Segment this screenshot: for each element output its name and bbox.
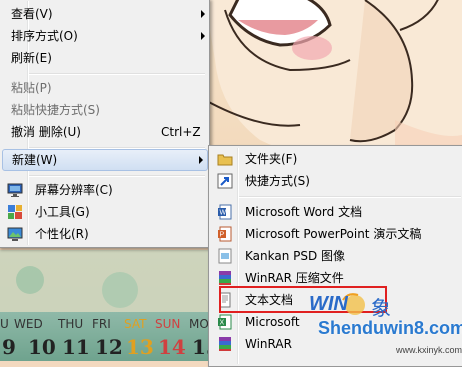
shortcut-icon [217, 173, 233, 189]
menu-item-label: 屏幕分辨率(C) [35, 183, 113, 197]
menu-item-label: 新建(W) [12, 153, 58, 167]
menu-item-paste-shortcut[interactable]: 粘贴快捷方式(S) [1, 99, 207, 121]
watermark-text: Shenduwin8.com [318, 318, 462, 338]
gadgets-icon [7, 204, 23, 220]
menu-separator [239, 196, 461, 198]
calendar-day: THU [58, 317, 84, 331]
menu-item-screen-resolution[interactable]: 屏幕分辨率(C) [1, 179, 207, 201]
calendar-date: 14 [158, 335, 186, 359]
calendar-day: SAT [124, 317, 147, 331]
watermark-small-text: www.kxinyk.com [396, 345, 462, 355]
menu-item-new[interactable]: 新建(W) [2, 149, 208, 171]
personalize-icon [7, 226, 23, 242]
menu-item-label: 快捷方式(S) [245, 174, 310, 188]
svg-text:W: W [220, 210, 227, 217]
word-doc-icon: W [217, 204, 233, 220]
calendar-day: WED [14, 317, 43, 331]
menu-item-label: 粘贴(P) [11, 81, 52, 95]
folder-icon [217, 151, 233, 167]
excel-icon: X [217, 314, 233, 330]
calendar-day: U [0, 317, 9, 331]
menu-item-label: 撤消 删除(U) [11, 125, 81, 139]
menu-item-shortcut: Ctrl+Z [161, 125, 201, 139]
menu-item-refresh[interactable]: 刷新(E) [1, 47, 207, 69]
watermark-logo: WIN 象 [303, 290, 407, 320]
menu-item-undo-delete[interactable]: 撤消 删除(U) Ctrl+Z [1, 121, 207, 143]
calendar-date: 11 [62, 335, 90, 359]
menu-item-paste[interactable]: 粘贴(P) [1, 77, 207, 99]
submenu-arrow-icon [201, 32, 205, 40]
menu-item-label: 个性化(R) [35, 227, 89, 241]
calendar-date: 9 [2, 335, 16, 359]
winrar-zip-icon [217, 336, 233, 352]
menu-item-personalize[interactable]: 个性化(R) [1, 223, 207, 245]
menu-item-label: 刷新(E) [11, 51, 52, 65]
watermark-logo-text: WIN [309, 293, 348, 315]
menu-item-new-folder[interactable]: 文件夹(F) [211, 148, 462, 170]
calendar-day: FRI [92, 317, 111, 331]
menu-item-label: 小工具(G) [35, 205, 90, 219]
calendar-date: 12 [95, 335, 123, 359]
menu-item-new-psd[interactable]: Kankan PSD 图像 [211, 245, 462, 267]
menu-item-label: Microsoft PowerPoint 演示文稿 [245, 227, 422, 241]
calendar-day: SUN [155, 317, 181, 331]
desktop-context-menu: 查看(V) 排序方式(O) 刷新(E) 粘贴(P) 粘贴快捷方式(S) 撤消 删… [0, 0, 210, 248]
menu-item-label: 文件夹(F) [245, 152, 298, 166]
calendar-date: 13 [126, 335, 154, 359]
svg-text:X: X [220, 320, 225, 327]
menu-item-label: Microsoft Word 文档 [245, 205, 363, 219]
menu-item-label: Kankan PSD 图像 [245, 249, 346, 263]
display-icon [7, 182, 23, 198]
svg-text:P: P [220, 232, 225, 239]
menu-item-label: 查看(V) [11, 7, 53, 21]
watermark-logo-suffix: 象 [371, 296, 391, 320]
menu-separator [29, 73, 205, 75]
menu-item-sort-by[interactable]: 排序方式(O) [1, 25, 207, 47]
menu-separator [29, 175, 205, 177]
menu-item-label: 粘贴快捷方式(S) [11, 103, 100, 117]
menu-item-view[interactable]: 查看(V) [1, 3, 207, 25]
calendar-date: 10 [28, 335, 56, 359]
menu-item-label: WinRAR [245, 337, 292, 351]
psd-image-icon [217, 248, 233, 264]
menu-item-label: 排序方式(O) [11, 29, 78, 43]
powerpoint-icon: P [217, 226, 233, 242]
submenu-arrow-icon [201, 10, 205, 18]
submenu-arrow-icon [199, 156, 203, 164]
menu-item-new-word-doc[interactable]: W Microsoft Word 文档 [211, 201, 462, 223]
menu-item-label: Microsoft [245, 315, 300, 329]
menu-item-gadgets[interactable]: 小工具(G) [1, 201, 207, 223]
menu-item-new-powerpoint[interactable]: P Microsoft PowerPoint 演示文稿 [211, 223, 462, 245]
winrar-icon [217, 270, 233, 286]
menu-item-new-shortcut[interactable]: 快捷方式(S) [211, 170, 462, 192]
